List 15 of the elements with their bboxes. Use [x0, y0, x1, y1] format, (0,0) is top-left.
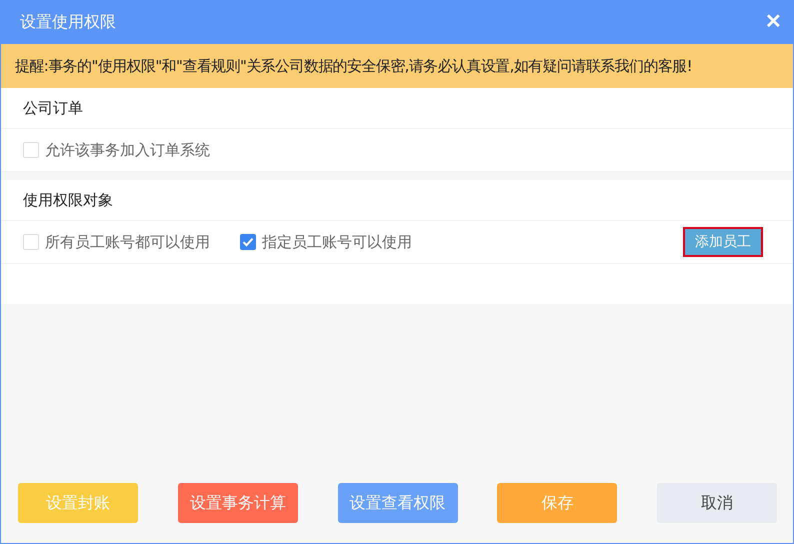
checkbox-label: 指定员工账号可以使用	[262, 232, 412, 252]
action-button[interactable]: 设置事务计算	[178, 483, 298, 523]
checkbox-label: 所有员工账号都可以使用	[45, 232, 210, 252]
window-title: 设置使用权限	[20, 12, 116, 32]
checkbox-label: 允许该事务加入订单系统	[45, 140, 210, 160]
checkbox[interactable]	[240, 234, 256, 250]
add-employee-button[interactable]: 添加员工	[683, 227, 763, 257]
section-heading: 使用权限对象	[1, 180, 793, 221]
notice-banner: 提醒:事务的"使用权限"和"查看规则"关系公司数据的安全保密,请务必认真设置,如有疑问请联系我们的客服!	[1, 44, 793, 88]
section-heading: 公司订单	[1, 88, 793, 129]
action-button[interactable]: 取消	[657, 483, 777, 523]
action-button[interactable]: 保存	[497, 483, 618, 523]
action-button[interactable]: 设置封账	[18, 483, 138, 523]
close-button[interactable]: ✕	[765, 12, 782, 32]
action-button[interactable]: 设置查看权限	[338, 483, 458, 523]
